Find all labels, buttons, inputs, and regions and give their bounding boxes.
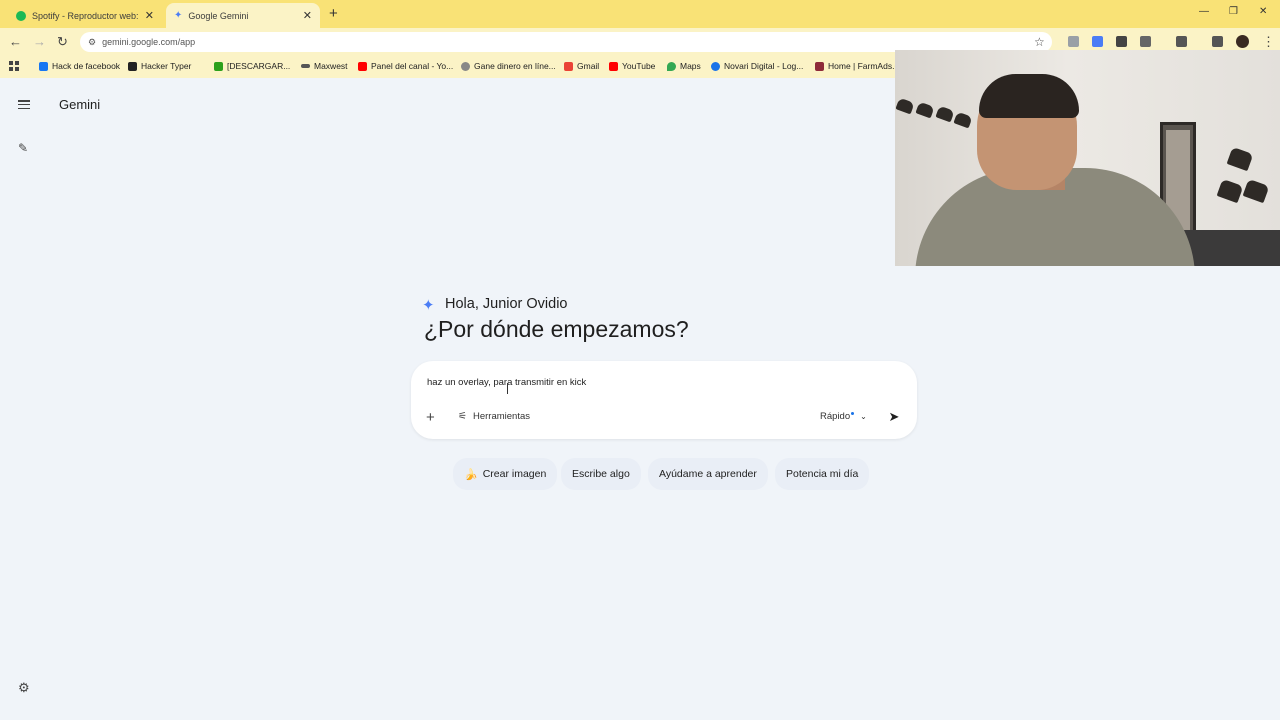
wall-hats: [895, 94, 975, 129]
restore-icon[interactable]: ❐: [1229, 6, 1238, 17]
gemini-sparkle-icon: ✦: [174, 10, 183, 21]
tab-spotify[interactable]: Spotify - Reproductor web: mú ✕: [8, 3, 162, 28]
forward-icon[interactable]: →: [33, 34, 46, 49]
checkmark-icon: [214, 61, 223, 71]
side-rail: [0, 78, 48, 720]
new-tab-button[interactable]: +: [329, 5, 338, 22]
bookmark-label: [DESCARGAR...: [227, 61, 291, 71]
bookmark-label: Gane dinero en líne...: [474, 61, 556, 71]
bookmark-item[interactable]: Novari Digital - Log...: [711, 61, 803, 71]
chip-escribe-algo[interactable]: Escribe algo: [561, 458, 641, 490]
youtube-icon: [358, 61, 367, 71]
close-window-icon[interactable]: ✕: [1259, 6, 1267, 17]
chip-label: Escribe algo: [572, 468, 630, 480]
url-text: gemini.google.com/app: [102, 37, 196, 47]
prompt-input-card: haz un overlay, para transmitir en kick …: [411, 361, 917, 439]
hamburger-menu-icon[interactable]: [18, 100, 30, 109]
gmail-icon: [564, 61, 573, 71]
tools-label: Herramientas: [472, 411, 530, 422]
bookmark-label: Home | FarmAds.C: [828, 61, 901, 71]
chip-label: Crear imagen: [482, 468, 547, 480]
gemini-sparkle-icon: ✦: [422, 297, 435, 314]
send-icon: ➤: [888, 409, 900, 424]
media-icon[interactable]: [1212, 36, 1223, 47]
sliders-icon: ⚟: [458, 411, 467, 422]
bookmark-item[interactable]: Hack de facebook: [39, 61, 120, 71]
page-headline: ¿Por dónde empezamos?: [424, 316, 689, 342]
more-menu-icon[interactable]: ⋮: [1262, 34, 1275, 50]
close-tab-icon[interactable]: ✕: [145, 9, 154, 22]
bookmark-item[interactable]: Hacker Typer: [128, 61, 191, 71]
home-icon: [815, 61, 824, 71]
bookmark-item[interactable]: Home | FarmAds.C: [815, 61, 901, 71]
bookmark-item[interactable]: Gane dinero en líne...: [461, 61, 556, 71]
terminal-icon: [128, 61, 137, 71]
print-icon[interactable]: [1116, 36, 1127, 47]
maxwest-icon: [301, 64, 310, 68]
model-selector[interactable]: Rápido ⌄: [820, 411, 867, 422]
bookmark-item[interactable]: Gmail: [564, 61, 599, 71]
puzzle-icon[interactable]: [1140, 36, 1151, 47]
bookmark-item[interactable]: Maps: [667, 61, 701, 71]
person-hair: [979, 74, 1079, 118]
chip-ayudame-aprender[interactable]: Ayúdame a aprender: [648, 458, 768, 490]
maps-pin-icon: [667, 61, 676, 71]
chip-crear-imagen[interactable]: 🍌 Crear imagen: [453, 458, 558, 490]
settings-gear-icon[interactable]: ⚙: [18, 680, 30, 696]
bookmark-star-icon[interactable]: ☆: [1034, 35, 1045, 49]
reload-icon[interactable]: ↻: [57, 34, 68, 50]
novari-icon: [711, 61, 720, 71]
text-cursor: [507, 383, 508, 394]
send-button[interactable]: ➤: [882, 405, 906, 429]
minimize-icon[interactable]: —: [1199, 6, 1209, 17]
bookmark-label: Novari Digital - Log...: [724, 61, 804, 71]
bookmark-item[interactable]: Maxwest: [301, 61, 348, 71]
bookmark-label: Gmail: [577, 61, 600, 71]
youtube-icon: [609, 61, 618, 71]
bookmark-label: Maxwest: [314, 61, 348, 71]
bookmark-item[interactable]: YouTube: [609, 61, 655, 71]
tab-gemini[interactable]: ✦ Google Gemini ✕: [166, 3, 320, 28]
greeting-text: Hola, Junior Ovidio: [445, 296, 568, 312]
bookmark-label: Hack de facebook: [52, 61, 121, 71]
bookmark-label: Hacker Typer: [141, 61, 192, 71]
tab-title: Google Gemini: [188, 10, 249, 21]
chip-potencia-dia[interactable]: Potencia mi día: [775, 458, 870, 490]
app-title: Gemini: [59, 97, 101, 112]
chevron-down-icon: ⌄: [860, 412, 867, 421]
globe-icon: [461, 61, 470, 71]
wall-caps: [1215, 146, 1275, 206]
back-icon[interactable]: ←: [9, 34, 22, 49]
model-label: Rápido: [820, 411, 851, 422]
extension-icon[interactable]: [1068, 36, 1079, 47]
add-attachment-button[interactable]: +: [426, 409, 435, 426]
profile-avatar[interactable]: [1236, 35, 1249, 48]
tools-button[interactable]: ⚟ Herramientas: [458, 411, 530, 422]
banana-icon: 🍌: [464, 468, 478, 481]
bookmark-label: Panel del canal - Yo...: [371, 61, 454, 71]
bookmark-item[interactable]: [DESCARGAR...: [214, 61, 290, 71]
bookmark-label: Maps: [680, 61, 701, 71]
address-bar[interactable]: ⚙ gemini.google.com/app: [80, 32, 1052, 52]
bookmark-label: YouTube: [622, 61, 656, 71]
tab-title: Spotify - Reproductor web: mú: [32, 10, 141, 21]
chip-label: Ayúdame a aprender: [659, 468, 757, 480]
close-tab-icon[interactable]: ✕: [303, 9, 312, 22]
status-dot-icon: [851, 412, 855, 415]
site-info-icon[interactable]: ⚙: [88, 37, 96, 48]
apps-grid-icon[interactable]: [9, 61, 19, 71]
webcam-overlay: [895, 50, 1280, 266]
translate-icon[interactable]: [1092, 36, 1103, 47]
new-chat-icon[interactable]: ✎: [18, 141, 28, 155]
spotify-icon: [16, 10, 26, 21]
chip-label: Potencia mi día: [786, 468, 859, 480]
facebook-icon: [39, 61, 48, 71]
tab-search-icon[interactable]: [1176, 36, 1187, 47]
bookmark-item[interactable]: Panel del canal - Yo...: [358, 61, 453, 71]
